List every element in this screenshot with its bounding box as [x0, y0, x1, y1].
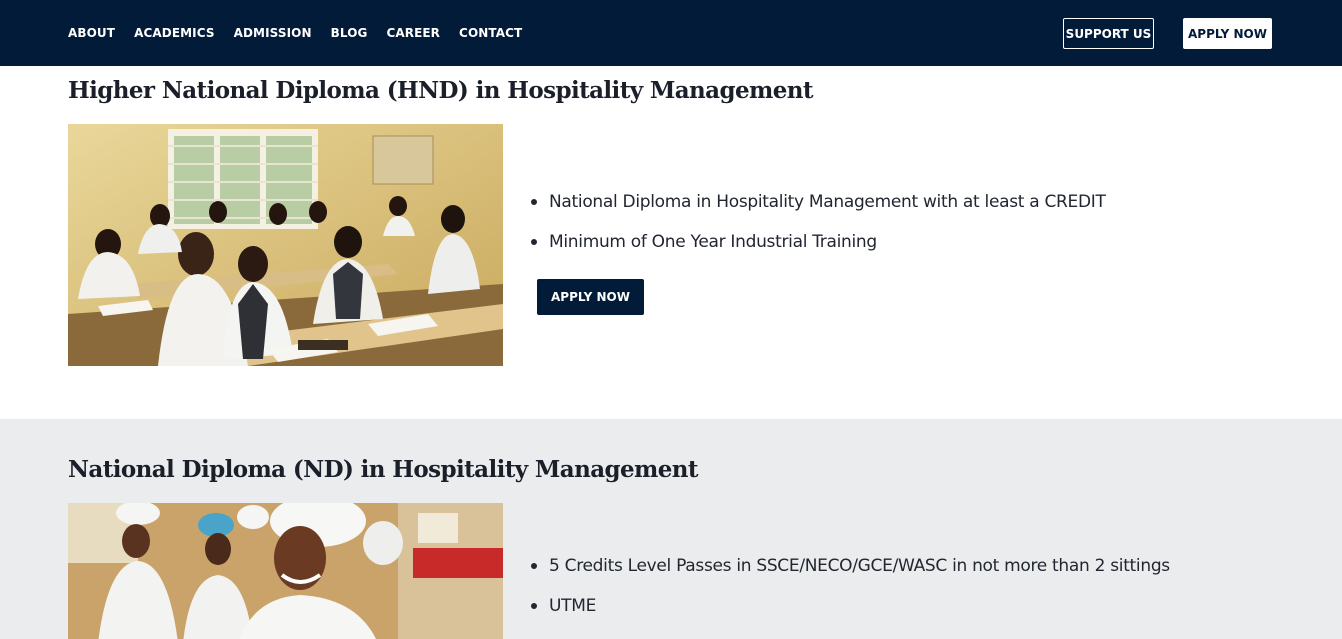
nav-link-admission[interactable]: ADMISSION — [234, 26, 312, 40]
header-apply-now-button[interactable]: APPLY NOW — [1183, 18, 1272, 49]
classroom-photo — [68, 124, 503, 366]
culinary-students-photo — [68, 503, 503, 639]
main-menu: ABOUT ACADEMICS ADMISSION BLOG CAREER CO… — [68, 0, 522, 66]
nav-link-career[interactable]: CAREER — [386, 26, 440, 40]
nd-program-section: National Diploma (ND) in Hospitality Man… — [0, 419, 1342, 639]
support-us-button[interactable]: SUPPORT US — [1063, 18, 1154, 49]
hnd-apply-now-button[interactable]: APPLY NOW — [537, 279, 644, 315]
list-item: 5 Credits Level Passes in SSCE/NECO/GCE/… — [528, 554, 1170, 594]
requirements-list: National Diploma in Hospitality Manageme… — [528, 190, 1106, 270]
nav-link-about[interactable]: ABOUT — [68, 26, 115, 40]
list-item: National Diploma in Hospitality Manageme… — [528, 190, 1106, 230]
program-title: National Diploma (ND) in Hospitality Man… — [68, 456, 699, 483]
nav-link-blog[interactable]: BLOG — [331, 26, 368, 40]
requirements-list: 5 Credits Level Passes in SSCE/NECO/GCE/… — [528, 554, 1170, 634]
bullet-icon — [531, 239, 537, 245]
list-item: Minimum of One Year Industrial Training — [528, 230, 1106, 270]
requirement-text: UTME — [549, 596, 597, 616]
bullet-icon — [531, 603, 537, 609]
top-navigation-bar: ABOUT ACADEMICS ADMISSION BLOG CAREER CO… — [0, 0, 1342, 66]
hnd-program-section: Higher National Diploma (HND) in Hospita… — [0, 66, 1342, 419]
list-item: UTME — [528, 594, 1170, 634]
requirement-text: National Diploma in Hospitality Manageme… — [549, 192, 1106, 212]
requirement-text: 5 Credits Level Passes in SSCE/NECO/GCE/… — [549, 556, 1170, 576]
bullet-icon — [531, 563, 537, 569]
bullet-icon — [531, 199, 537, 205]
program-title: Higher National Diploma (HND) in Hospita… — [68, 77, 814, 104]
nav-link-academics[interactable]: ACADEMICS — [134, 26, 215, 40]
requirement-text: Minimum of One Year Industrial Training — [549, 232, 877, 252]
nav-link-contact[interactable]: CONTACT — [459, 26, 522, 40]
